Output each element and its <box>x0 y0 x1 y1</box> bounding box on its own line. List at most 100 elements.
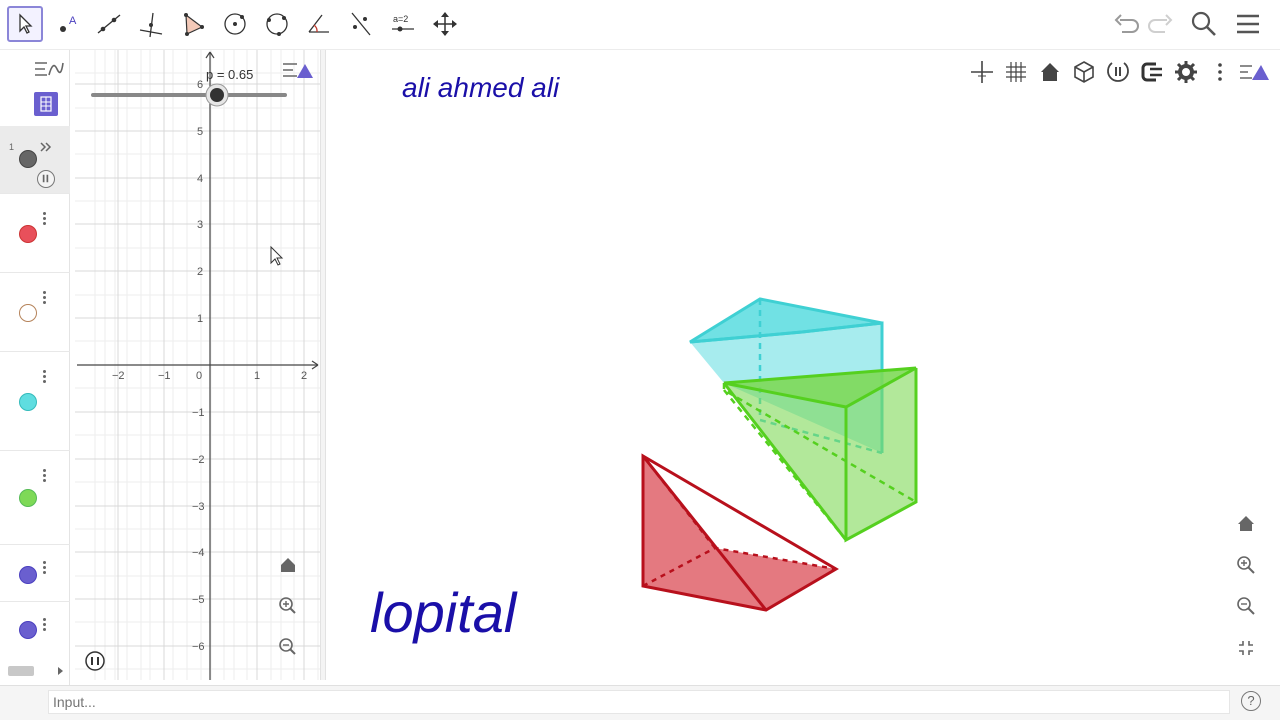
circle-center-tool-button[interactable] <box>217 6 253 42</box>
pause-animation-button[interactable] <box>37 170 55 188</box>
angle-icon <box>308 14 329 33</box>
zoom-in-icon <box>1237 556 1255 574</box>
horizontal-scrollbar[interactable] <box>8 666 34 676</box>
circle-three-points-tool-button[interactable] <box>259 6 295 42</box>
more-options-icon[interactable] <box>42 211 48 227</box>
zoom-out-side-button[interactable] <box>1233 593 1259 619</box>
svg-text:a=2: a=2 <box>393 14 408 24</box>
pause-icon <box>42 174 49 183</box>
visibility-marble[interactable] <box>19 225 37 243</box>
algebra-row-text-1[interactable] <box>0 546 70 602</box>
undo-icon <box>1114 14 1139 33</box>
visibility-marble[interactable] <box>19 489 37 507</box>
algebra-row-green[interactable] <box>0 452 70 545</box>
home-icon <box>1238 516 1254 531</box>
perpendicular-tool-button[interactable] <box>133 6 169 42</box>
algebra-row-text-2[interactable] <box>0 603 70 643</box>
visibility-marble[interactable] <box>19 150 37 168</box>
move-tool-button[interactable] <box>7 6 43 42</box>
line-tool-button[interactable] <box>91 6 127 42</box>
table-icon <box>40 96 52 112</box>
visibility-marble[interactable] <box>19 621 37 639</box>
graphics-3d-view[interactable]: ali ahmed ali lopital <box>326 50 1280 680</box>
style-bar-toggle-icon[interactable] <box>283 63 313 78</box>
row-index: 1 <box>9 142 15 152</box>
algebra-row-white[interactable] <box>0 274 70 352</box>
geogebra-app: A a=2 1 −2 −1 0 1 2 6 5 4 3 2 1 −1 −2 −3… <box>0 0 1280 720</box>
standard-view-side-button[interactable] <box>1233 511 1259 537</box>
help-button[interactable]: ? <box>1241 691 1261 711</box>
y-tick: 2 <box>197 266 203 278</box>
menu-icon <box>1237 14 1259 34</box>
green-prism[interactable] <box>722 366 918 543</box>
y-tick: −4 <box>192 547 205 559</box>
visibility-marble[interactable] <box>19 393 37 411</box>
more-options-icon[interactable] <box>42 617 48 633</box>
graphics-3d-canvas[interactable] <box>326 50 1280 680</box>
x-tick: 0 <box>196 370 202 382</box>
y-tick: 1 <box>197 313 203 325</box>
home-icon <box>281 558 295 572</box>
slider-tool-button[interactable]: a=2 <box>385 6 421 42</box>
main-toolbar: A a=2 <box>0 0 1280 50</box>
expand-chevrons-icon[interactable] <box>39 140 53 154</box>
fullscreen-exit-button[interactable] <box>1233 635 1259 661</box>
graphics-2d-canvas[interactable]: −2 −1 0 1 2 6 5 4 3 2 1 −1 −2 −3 −4 −5 −… <box>75 50 320 680</box>
more-options-icon[interactable] <box>42 468 48 484</box>
algebra-row-red[interactable] <box>0 195 70 273</box>
polygon-icon <box>184 13 204 36</box>
menu-button[interactable] <box>1232 8 1264 40</box>
scroll-right-icon[interactable] <box>55 666 65 676</box>
algebra-row-slider[interactable]: 1 <box>0 126 70 194</box>
more-options-icon[interactable] <box>42 290 48 306</box>
y-tick: −6 <box>192 641 205 653</box>
input-bar: ? <box>0 685 1280 720</box>
animation-pause-button[interactable] <box>85 651 105 671</box>
x-tick: 1 <box>254 370 260 382</box>
x-tick: −2 <box>112 370 125 382</box>
more-options-icon[interactable] <box>42 369 48 385</box>
slider-label: p = 0.65 <box>206 67 253 82</box>
perpendicular-icon <box>139 12 163 38</box>
input-field[interactable] <box>48 690 1230 714</box>
arrow-pointer-icon <box>19 13 33 34</box>
zoom-in-side-button[interactable] <box>1233 552 1259 578</box>
svg-text:A: A <box>69 15 77 27</box>
graphics-2d-view[interactable]: −2 −1 0 1 2 6 5 4 3 2 1 −1 −2 −3 −4 −5 −… <box>75 50 320 680</box>
point-icon: A <box>60 15 77 32</box>
move-graphics-tool-button[interactable] <box>427 6 463 42</box>
undo-button[interactable] <box>1110 8 1142 40</box>
y-tick: 6 <box>197 79 203 91</box>
circle-three-points-icon <box>266 13 288 36</box>
more-options-icon[interactable] <box>42 560 48 576</box>
search-button[interactable] <box>1188 8 1220 40</box>
y-tick: −5 <box>192 594 205 606</box>
y-tick: −2 <box>192 454 205 466</box>
angle-tool-button[interactable] <box>301 6 337 42</box>
reflect-tool-button[interactable] <box>343 6 379 42</box>
y-tick: −3 <box>192 501 205 513</box>
algebra-row-cyan[interactable] <box>0 353 70 451</box>
zoom-in-button[interactable] <box>279 597 296 614</box>
polygon-tool-button[interactable] <box>175 6 211 42</box>
question-icon: ? <box>1247 693 1255 708</box>
slider-knob[interactable] <box>210 88 224 102</box>
visibility-marble[interactable] <box>19 566 37 584</box>
x-tick: −1 <box>158 370 171 382</box>
line-icon <box>97 14 121 34</box>
redo-button[interactable] <box>1145 8 1177 40</box>
y-tick: 3 <box>197 219 203 231</box>
search-icon <box>1191 11 1216 36</box>
exit-fullscreen-icon <box>1239 641 1253 655</box>
keyboard-table-button[interactable] <box>34 92 58 116</box>
point-tool-button[interactable]: A <box>49 6 85 42</box>
y-tick: 4 <box>197 173 203 185</box>
y-tick: −1 <box>192 407 205 419</box>
algebra-sort-icon[interactable] <box>33 58 65 80</box>
zoom-out-icon <box>1237 597 1255 615</box>
move-arrows-icon <box>433 12 457 36</box>
reflect-icon <box>351 12 371 36</box>
y-tick-labels: 6 5 4 3 2 1 −1 −2 −3 −4 −5 −6 <box>192 79 205 653</box>
visibility-marble[interactable] <box>19 304 37 322</box>
home-view-button[interactable] <box>281 558 295 572</box>
